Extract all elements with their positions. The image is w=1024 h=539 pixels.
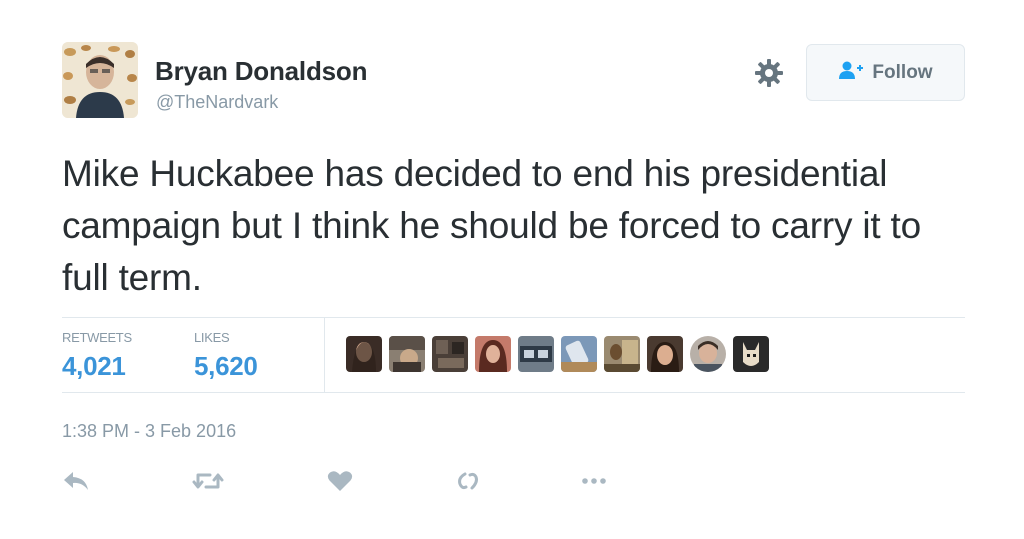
liker-avatar[interactable] xyxy=(561,336,597,372)
retweets-label: RETWEETS xyxy=(62,330,132,345)
liker-avatar[interactable] xyxy=(518,336,554,372)
likes-stat[interactable]: LIKES 5,620 xyxy=(194,330,258,382)
tweet-card: Bryan Donaldson @TheNardvark Follow Mike… xyxy=(0,0,1024,539)
display-name[interactable]: Bryan Donaldson xyxy=(155,56,367,87)
follow-button[interactable]: Follow xyxy=(806,44,965,101)
likes-count: 5,620 xyxy=(194,351,258,381)
retweets-count: 4,021 xyxy=(62,351,126,381)
heart-icon[interactable] xyxy=(327,466,353,496)
follow-label: Follow xyxy=(872,61,933,83)
user-handle[interactable]: @TheNardvark xyxy=(156,92,278,113)
liker-avatar[interactable] xyxy=(346,336,382,372)
divider-top xyxy=(62,317,965,318)
liker-avatar[interactable] xyxy=(647,336,683,372)
liker-avatar[interactable] xyxy=(475,336,511,372)
retweets-stat[interactable]: RETWEETS 4,021 xyxy=(62,330,132,382)
more-icon[interactable] xyxy=(580,466,608,496)
likers-avatars xyxy=(346,336,769,372)
divider-bottom xyxy=(62,392,965,393)
tweet-text: Mike Huckabee has decided to end his pre… xyxy=(62,153,921,298)
likes-label: LIKES xyxy=(194,330,230,345)
tweet-actions xyxy=(62,466,622,496)
liker-avatar[interactable] xyxy=(690,336,726,372)
reply-icon[interactable] xyxy=(62,466,90,496)
liker-avatar[interactable] xyxy=(733,336,769,372)
add-user-icon xyxy=(838,60,864,85)
liker-avatar[interactable] xyxy=(389,336,425,372)
liker-avatar[interactable] xyxy=(432,336,468,372)
tweet-timestamp[interactable]: 1:38 PM - 3 Feb 2016 xyxy=(62,421,236,442)
vine-icon[interactable] xyxy=(454,466,482,496)
retweet-icon[interactable] xyxy=(192,466,224,496)
avatar[interactable] xyxy=(62,42,138,118)
liker-avatar[interactable] xyxy=(604,336,640,372)
gear-icon[interactable] xyxy=(754,58,784,88)
stats-separator xyxy=(324,318,325,392)
